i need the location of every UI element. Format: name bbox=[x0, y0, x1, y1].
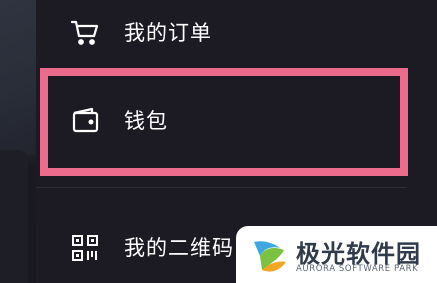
background-strip-bottom bbox=[0, 150, 28, 283]
shopping-cart-icon bbox=[70, 17, 100, 47]
menu-item-label: 我的二维码 bbox=[124, 236, 234, 260]
divider bbox=[36, 187, 406, 188]
highlight-frame bbox=[40, 68, 408, 176]
qr-code-icon bbox=[70, 233, 100, 263]
aurora-logo-icon bbox=[250, 236, 290, 276]
menu-item-label: 我的订单 bbox=[124, 21, 212, 45]
watermark-subtitle: AURORA SOFTWARE PARK bbox=[296, 264, 419, 274]
watermark: 极光软件园 AURORA SOFTWARE PARK bbox=[236, 226, 437, 283]
background-left-panel bbox=[0, 0, 36, 283]
menu-item-orders[interactable]: 我的订单 bbox=[36, 2, 437, 62]
background-strip-top bbox=[0, 0, 36, 155]
